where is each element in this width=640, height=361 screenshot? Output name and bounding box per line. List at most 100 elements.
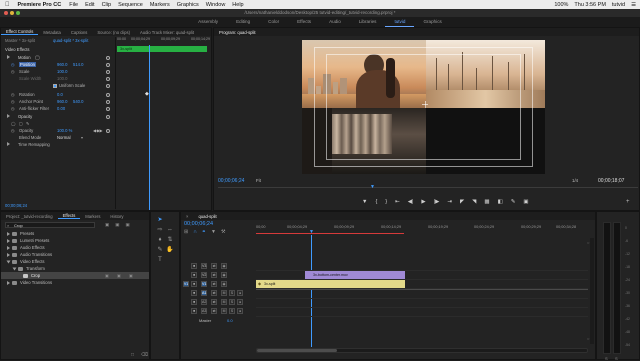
- sync-lock-icon[interactable]: ⇄: [211, 299, 217, 305]
- effects-search-input[interactable]: ⌕ Crop: [5, 222, 95, 228]
- linked-selection-icon[interactable]: ⚭: [202, 229, 206, 235]
- lock-icon[interactable]: ■: [191, 290, 197, 296]
- play-icon[interactable]: ▶: [421, 199, 425, 205]
- reset-icon[interactable]: [106, 129, 110, 133]
- anchor-x-value[interactable]: 960.0: [57, 99, 67, 104]
- comment-icon[interactable]: ✎: [511, 199, 516, 205]
- rotation-row[interactable]: ◷ Rotation 0.0: [11, 92, 113, 99]
- lock-icon[interactable]: ■: [191, 263, 197, 269]
- type-tool-icon[interactable]: T: [156, 256, 164, 264]
- clip-label[interactable]: quad-split * 3x-split: [53, 38, 113, 45]
- app-name[interactable]: Premiere Pro CC: [18, 2, 62, 8]
- uniform-scale-checkbox[interactable]: [53, 84, 57, 88]
- ellipse-mask-icon[interactable]: ◯: [11, 121, 16, 126]
- eye-icon[interactable]: ◉: [221, 281, 227, 287]
- effects-tree-item-selected[interactable]: Crop ▣ ▣ ▣: [1, 272, 149, 279]
- lift-icon[interactable]: ◤: [460, 199, 464, 205]
- reset-icon[interactable]: [106, 93, 110, 97]
- yuv-effects-icon[interactable]: ▣: [126, 222, 130, 228]
- uniform-scale-row[interactable]: Uniform Scale: [11, 83, 113, 90]
- tab-program[interactable]: Program: quad-split: [214, 30, 261, 35]
- menu-list-icon[interactable]: ☰: [631, 2, 636, 8]
- scale-row[interactable]: ◷ Scale 100.0: [11, 69, 113, 76]
- effects-tree-item[interactable]: Video Transitions: [7, 279, 149, 286]
- reset-icon[interactable]: [106, 70, 110, 74]
- menu-file[interactable]: File: [69, 2, 78, 8]
- effects-tree-item[interactable]: Video Effects: [6, 258, 149, 265]
- eye-icon[interactable]: ◉: [221, 263, 227, 269]
- scale-width-value[interactable]: 100.0: [57, 76, 67, 81]
- solo-icon[interactable]: S: [229, 308, 235, 314]
- reset-icon[interactable]: [106, 107, 110, 111]
- mark-out-bracket-icon[interactable]: }: [385, 199, 387, 205]
- menu-help[interactable]: Help: [232, 2, 243, 8]
- stopwatch-icon[interactable]: ◷: [11, 128, 15, 133]
- mark-in-bracket-icon[interactable]: {: [375, 199, 377, 205]
- 32bit-effects-icon[interactable]: ▣: [115, 222, 119, 228]
- track-lane-a1[interactable]: [256, 290, 588, 299]
- effect-controls-ruler[interactable]: 00:00 00;00;04;29 00;00;09;29 00;00;14;2…: [117, 37, 211, 45]
- effects-tree-item[interactable]: Audio Effects: [7, 244, 149, 251]
- workspace-editing[interactable]: Editing: [227, 17, 259, 27]
- step-back-icon[interactable]: ◀|: [408, 199, 414, 205]
- program-timecode[interactable]: 00;00;06;24: [218, 178, 244, 184]
- workspace-tutvid[interactable]: tutvid: [385, 17, 415, 27]
- reset-icon[interactable]: [106, 56, 110, 60]
- solo-meter-icon[interactable]: S: [615, 356, 618, 361]
- timeline-vertical-scrollbar[interactable]: [590, 238, 594, 344]
- timeline-timecode[interactable]: 00;00;06;24: [184, 221, 213, 227]
- clip-3x-bottom-center[interactable]: 3x-bottom-center.mov: [305, 271, 405, 279]
- source-patch-v1[interactable]: V1: [183, 281, 189, 287]
- anti-flicker-row[interactable]: ◷ Anti-flicker Filter 0.00: [11, 106, 113, 113]
- position-x-value[interactable]: 960.0: [57, 62, 67, 67]
- track-lane-a3[interactable]: [256, 308, 588, 317]
- track-label[interactable]: V2: [201, 272, 207, 278]
- effect-controls-timecode[interactable]: 00;00;06;24: [5, 203, 65, 210]
- add-button-icon[interactable]: +: [626, 199, 630, 205]
- solo-meter-icon[interactable]: S: [605, 356, 608, 361]
- menu-edit[interactable]: Edit: [85, 2, 94, 8]
- workspace-libraries[interactable]: Libraries: [350, 17, 386, 27]
- sync-lock-icon[interactable]: ⇄: [211, 281, 217, 287]
- workspace-effects[interactable]: Effects: [288, 17, 320, 27]
- stopwatch-icon[interactable]: ◷: [11, 69, 15, 74]
- anchor-point-row[interactable]: ◷ Anchor Point 960.0 540.0: [11, 99, 113, 106]
- motion-row[interactable]: Motion ▢: [7, 55, 113, 62]
- lock-icon[interactable]: ■: [191, 272, 197, 278]
- work-area-bar[interactable]: [256, 233, 404, 234]
- slip-tool-icon[interactable]: ⇅: [166, 236, 174, 244]
- playhead-line[interactable]: [149, 45, 150, 210]
- time-remapping-row[interactable]: Time Remapping: [7, 142, 113, 149]
- minimize-window-icon[interactable]: [10, 11, 14, 15]
- close-tab-icon[interactable]: ×: [181, 214, 193, 219]
- menu-sequence[interactable]: Sequence: [118, 2, 143, 8]
- reset-icon[interactable]: [106, 115, 110, 119]
- program-playhead[interactable]: ▼: [370, 184, 375, 190]
- tab-audio-track-mixer[interactable]: Audio Track Mixer: quad-split: [135, 30, 199, 35]
- track-label[interactable]: A1: [201, 290, 207, 296]
- tab-effect-controls[interactable]: Effect Controls: [1, 29, 39, 35]
- tab-effects[interactable]: Effects: [57, 213, 81, 219]
- close-window-icon[interactable]: [4, 11, 8, 15]
- blend-mode-row[interactable]: Blend Mode Normal ▾: [11, 135, 113, 142]
- reset-icon[interactable]: [106, 63, 110, 67]
- nest-icon[interactable]: ⊞: [184, 229, 188, 235]
- menu-window[interactable]: Window: [206, 2, 226, 8]
- track-lane-a2[interactable]: [256, 299, 588, 308]
- position-y-value[interactable]: 514.0: [73, 62, 83, 67]
- track-label[interactable]: A3: [201, 308, 207, 314]
- export-frame-icon[interactable]: ▩: [484, 199, 489, 205]
- pen-mask-icon[interactable]: ✎: [26, 121, 30, 126]
- tab-captions[interactable]: Captions: [66, 30, 93, 35]
- sync-lock-icon[interactable]: ⇄: [211, 308, 217, 314]
- effects-tree-item[interactable]: Lumetri Presets: [7, 237, 149, 244]
- razor-tool-icon[interactable]: ♦: [156, 236, 164, 244]
- add-keyframe-icon[interactable]: ◀◆▶: [93, 128, 103, 133]
- opacity-value[interactable]: 100.0 %: [57, 128, 72, 133]
- position-row[interactable]: ◷ Position 960.0 514.0: [11, 62, 113, 69]
- go-to-in-icon[interactable]: ⇤: [395, 199, 400, 205]
- program-scrub-bar[interactable]: [218, 187, 638, 188]
- delete-icon[interactable]: ⌫: [141, 352, 148, 358]
- clip-3x-split[interactable]: 3x-split: [256, 280, 405, 288]
- lock-icon[interactable]: ■: [191, 308, 197, 314]
